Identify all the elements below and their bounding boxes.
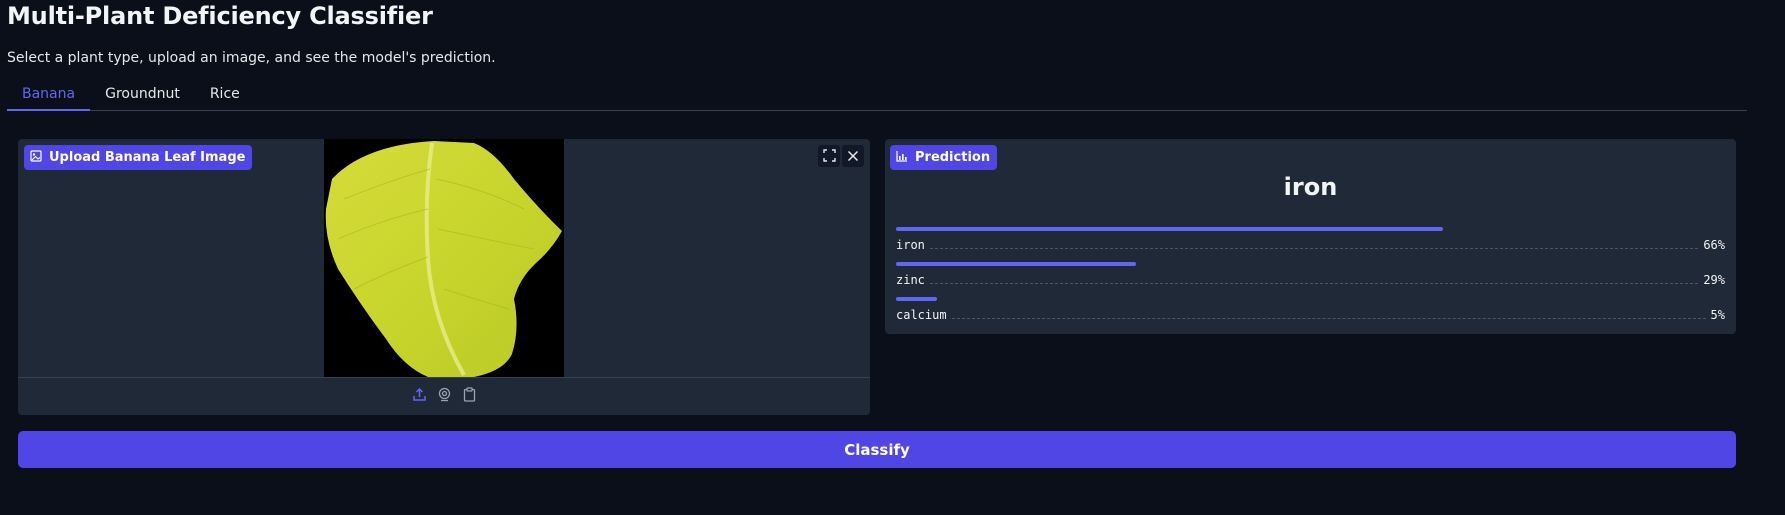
webcam-button[interactable] — [436, 387, 453, 406]
upload-label: Upload Banana Leaf Image — [49, 150, 246, 165]
image-corner-actions — [818, 145, 864, 167]
classify-button[interactable]: Classify — [18, 431, 1736, 468]
uploaded-leaf-image — [324, 139, 564, 377]
clear-image-button[interactable] — [842, 145, 864, 167]
upload-button[interactable] — [411, 387, 428, 406]
confidence-row: calcium 5% — [896, 297, 1725, 322]
confidence-bar — [896, 297, 937, 301]
clipboard-button[interactable] — [461, 387, 478, 406]
upload-icon — [412, 387, 427, 406]
webcam-icon — [437, 387, 452, 406]
app-root: Multi-Plant Deficiency Classifier Select… — [0, 0, 1785, 515]
confidence-percent: 66% — [1703, 238, 1725, 252]
confidence-bar — [896, 227, 1443, 231]
plant-tabs: Banana Groundnut Rice — [7, 82, 1747, 111]
confidence-row: iron 66% — [896, 227, 1725, 252]
image-upload-panel[interactable]: Upload Banana Leaf Image — [18, 139, 870, 415]
confidence-percent: 5% — [1710, 308, 1725, 322]
page-subtitle: Select a plant type, upload an image, an… — [7, 50, 496, 66]
dotted-leader — [929, 274, 1699, 284]
confidence-class-name: zinc — [896, 273, 925, 287]
confidence-bar — [896, 262, 1136, 266]
predicted-class: iron — [1283, 173, 1338, 201]
dotted-leader — [929, 239, 1699, 249]
image-icon — [30, 149, 42, 166]
confidence-percent: 29% — [1703, 273, 1725, 287]
close-icon — [847, 147, 859, 166]
tab-groundnut[interactable]: Groundnut — [90, 82, 195, 111]
fullscreen-button[interactable] — [818, 145, 840, 167]
tab-banana[interactable]: Banana — [7, 82, 91, 111]
banana-leaf-image — [325, 141, 562, 377]
confidence-class-name: iron — [896, 238, 925, 252]
prediction-label-badge: Prediction — [890, 145, 998, 170]
upload-label-badge: Upload Banana Leaf Image — [24, 145, 253, 170]
tab-rice[interactable]: Rice — [195, 82, 255, 111]
bar-chart-icon — [896, 150, 908, 166]
confidence-class-name: calcium — [896, 308, 947, 322]
confidence-row: zinc 29% — [896, 262, 1725, 287]
page-title: Multi-Plant Deficiency Classifier — [7, 2, 433, 30]
fullscreen-icon — [822, 147, 836, 166]
prediction-panel: Prediction iron iron 66% zinc 29% calciu… — [885, 139, 1736, 334]
dotted-leader — [951, 309, 1706, 319]
clipboard-icon — [462, 387, 477, 406]
upload-source-toolbar — [18, 377, 870, 415]
prediction-label: Prediction — [915, 150, 991, 165]
